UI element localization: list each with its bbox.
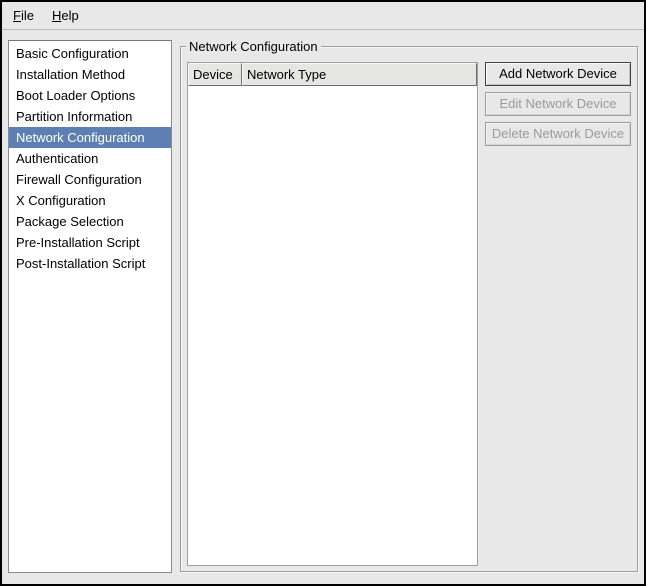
table-header-row: Device Network Type [188, 63, 477, 86]
network-configuration-frame: Network Configuration Device Network Typ… [180, 46, 638, 572]
sidebar-item-x-configuration[interactable]: X Configuration [9, 190, 171, 211]
add-network-device-button[interactable]: Add Network Device [485, 62, 631, 86]
menu-file[interactable]: File [4, 2, 43, 29]
sidebar-item-package-selection[interactable]: Package Selection [9, 211, 171, 232]
menu-file-label: File [13, 8, 34, 23]
delete-network-device-button[interactable]: Delete Network Device [485, 122, 631, 146]
sidebar-item-firewall-configuration[interactable]: Firewall Configuration [9, 169, 171, 190]
menu-help[interactable]: Help [43, 2, 88, 29]
menubar: File Help [2, 2, 644, 30]
kickstart-configurator-window: File Help Basic Configuration Installati… [0, 0, 646, 586]
section-list: Basic Configuration Installation Method … [8, 40, 172, 573]
sidebar-item-boot-loader-options[interactable]: Boot Loader Options [9, 85, 171, 106]
sidebar-item-installation-method[interactable]: Installation Method [9, 64, 171, 85]
edit-network-device-button[interactable]: Edit Network Device [485, 92, 631, 116]
network-device-table: Device Network Type [187, 62, 478, 566]
sidebar-item-authentication[interactable]: Authentication [9, 148, 171, 169]
sidebar-item-post-installation-script[interactable]: Post-Installation Script [9, 253, 171, 274]
column-header-device[interactable]: Device [188, 63, 242, 86]
menu-help-label: Help [52, 8, 79, 23]
sidebar-item-pre-installation-script[interactable]: Pre-Installation Script [9, 232, 171, 253]
column-header-network-type[interactable]: Network Type [242, 63, 477, 86]
frame-title: Network Configuration [186, 39, 321, 54]
network-device-table-body[interactable] [188, 86, 477, 565]
sidebar-item-network-configuration[interactable]: Network Configuration [9, 127, 171, 148]
sidebar-item-partition-information[interactable]: Partition Information [9, 106, 171, 127]
sidebar-item-basic-configuration[interactable]: Basic Configuration [9, 43, 171, 64]
